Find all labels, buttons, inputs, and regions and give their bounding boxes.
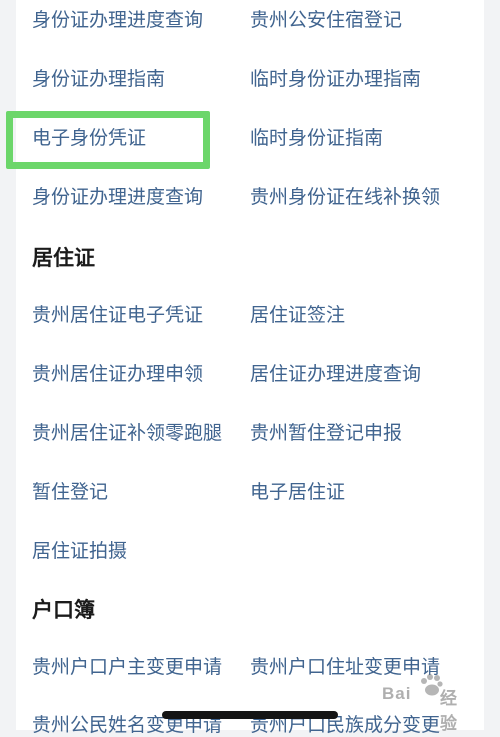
home-indicator[interactable] bbox=[162, 711, 338, 719]
link-residence-photo[interactable]: 居住证拍摄 bbox=[32, 539, 127, 563]
link-residence-e-credential[interactable]: 贵州居住证电子凭证 bbox=[32, 303, 203, 327]
watermark-text: Bai bbox=[382, 684, 412, 703]
link-household-address-change[interactable]: 贵州户口住址变更申请 bbox=[250, 655, 440, 679]
link-household-head-change[interactable]: 贵州户口户主变更申请 bbox=[32, 655, 222, 679]
link-id-guide[interactable]: 身份证办理指南 bbox=[32, 67, 165, 91]
link-temp-residence-registration[interactable]: 暂住登记 bbox=[32, 480, 108, 504]
baidu-jingyan-watermark-logo: Bai 经验 bbox=[382, 674, 474, 733]
link-residence-progress-query[interactable]: 居住证办理进度查询 bbox=[250, 362, 421, 386]
link-guizhou-id-online-replace[interactable]: 贵州身份证在线补换领 bbox=[250, 185, 440, 209]
link-guizhou-lodging-registration[interactable]: 贵州公安住宿登记 bbox=[250, 8, 402, 32]
highlight-box bbox=[6, 111, 210, 169]
link-residence-reissue[interactable]: 贵州居住证补领零跑腿 bbox=[32, 421, 222, 445]
link-id-progress-query-2[interactable]: 身份证办理进度查询 bbox=[32, 185, 203, 209]
section-title-residence-permit: 居住证 bbox=[32, 246, 95, 270]
link-residence-endorsement[interactable]: 居住证签注 bbox=[250, 303, 345, 327]
section-title-household-register: 户口簿 bbox=[32, 598, 95, 622]
link-temp-id-guide-short[interactable]: 临时身份证指南 bbox=[250, 126, 383, 150]
link-temp-residence-report[interactable]: 贵州暂住登记申报 bbox=[250, 421, 402, 445]
watermark-suffix: 经验 bbox=[440, 689, 458, 733]
link-temp-id-guide[interactable]: 临时身份证办理指南 bbox=[250, 67, 421, 91]
link-residence-apply[interactable]: 贵州居住证办理申领 bbox=[32, 362, 203, 386]
link-id-progress-query[interactable]: 身份证办理进度查询 bbox=[32, 8, 203, 32]
link-electronic-residence-permit[interactable]: 电子居住证 bbox=[250, 480, 345, 504]
